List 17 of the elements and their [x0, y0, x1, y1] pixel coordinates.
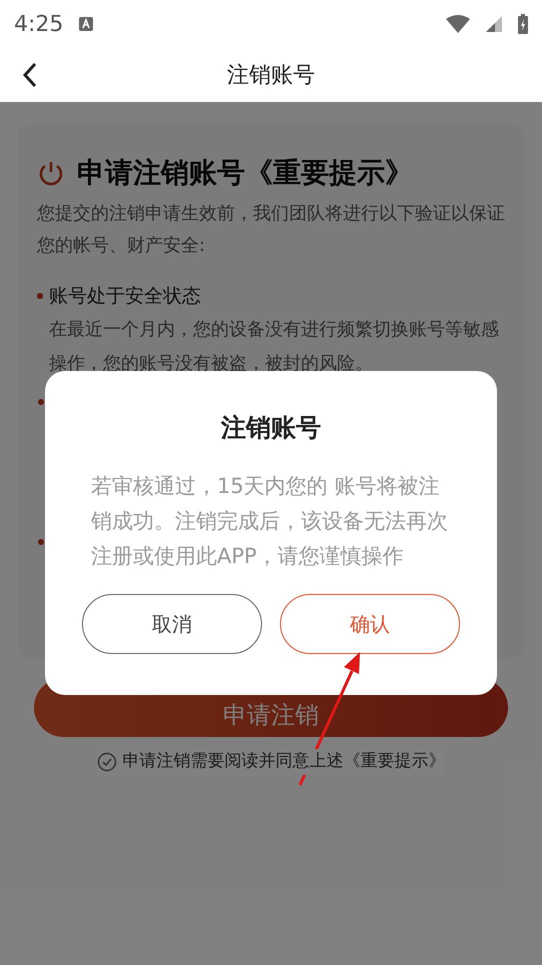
status-time: 4:25	[14, 10, 64, 38]
notice-title: 申请注销账号《重要提示》	[77, 155, 413, 191]
back-icon[interactable]	[22, 62, 38, 88]
notice-intro: 您提交的注销申请生效前，我们团队将进行以下验证以保证您的帐号、财产安全:	[37, 202, 505, 258]
wifi-icon	[446, 15, 470, 33]
agreement-text: 申请注销需要阅读并同意上述《重要提示》	[122, 750, 446, 773]
check-circle-icon[interactable]	[96, 752, 116, 772]
page-title: 注销账号	[227, 62, 315, 90]
battery-icon	[518, 14, 528, 34]
signal-icon	[486, 16, 502, 32]
dialog-title: 注销账号	[221, 412, 321, 444]
cancel-button[interactable]: 取消	[82, 594, 262, 654]
dialog-message: 若审核通过，15天内您的 账号将被注销成功。注销完成后，该设备无法再次注册或使用此APP，请您谨慎操作	[90, 472, 449, 570]
item-title: 账号处于安全状态	[49, 284, 201, 309]
confirm-button[interactable]: 确认	[280, 594, 460, 654]
power-icon	[37, 159, 65, 187]
keyboard-icon	[79, 17, 94, 31]
